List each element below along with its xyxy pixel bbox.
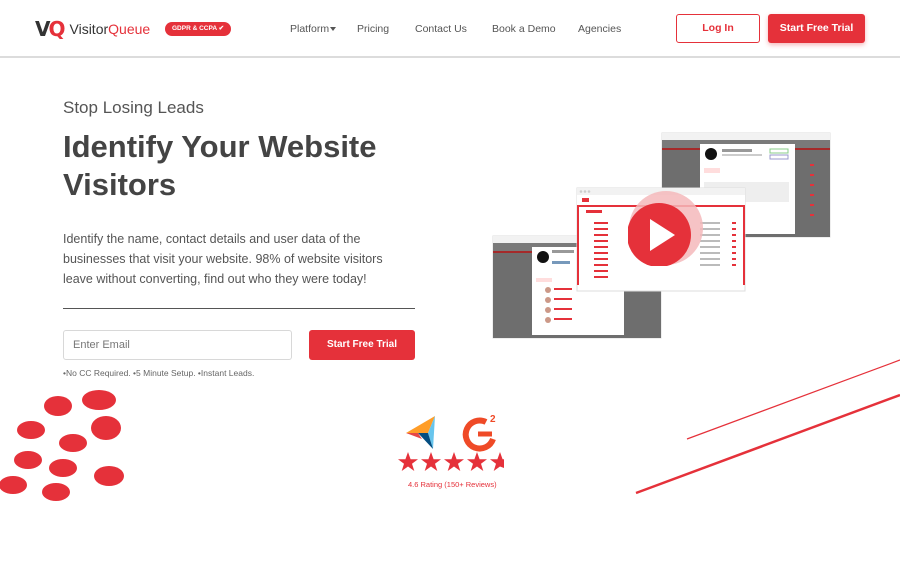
logo-wordmark: VisitorQueue <box>69 21 151 37</box>
nav-platform-label: Platform <box>290 23 330 35</box>
star-icon <box>467 452 487 471</box>
signup-note: •No CC Required. •5 Minute Setup. •Insta… <box>63 368 255 378</box>
thin-line <box>686 359 900 440</box>
vq-logo-icon: VQ <box>35 17 66 41</box>
dot <box>0 476 27 494</box>
thick-line <box>635 393 900 495</box>
nav-agencies[interactable]: Agencies <box>578 23 621 35</box>
hero-headline: Identify Your Website Visitors <box>63 129 377 202</box>
header-start-trial-button[interactable]: Start Free Trial <box>768 14 865 43</box>
hero-description: Identify the name, contact details and u… <box>63 232 383 286</box>
dot <box>14 451 42 469</box>
decorative-dots <box>0 390 124 501</box>
svg-text:2: 2 <box>490 414 496 425</box>
login-button[interactable]: Log In <box>676 14 760 43</box>
site-header: VQ VisitorQueue GDPR & CCPA ✔ Platform P… <box>0 0 900 58</box>
visitorqueue-logo[interactable]: VQ VisitorQueue <box>35 17 150 41</box>
hero-start-trial-button[interactable]: Start Free Trial <box>309 330 415 360</box>
gdpr-ccpa-badge: GDPR & CCPA ✔ <box>165 22 232 36</box>
dot <box>82 390 116 410</box>
play-video-button[interactable] <box>628 190 704 266</box>
capterra-logo-icon <box>406 416 435 449</box>
nav-contact-us[interactable]: Contact Us <box>415 23 467 35</box>
star-half-icon <box>490 452 504 471</box>
g2-logo-icon: 2 <box>462 414 496 452</box>
nav-platform[interactable]: Platform <box>290 23 337 35</box>
dot <box>91 416 121 440</box>
star-icon <box>398 452 418 471</box>
review-rating: 2 <box>398 414 504 471</box>
star-icon <box>421 452 441 471</box>
dot <box>59 434 87 452</box>
star-icon <box>444 452 464 471</box>
rating-text: 4.6 Rating (150+ Reviews) <box>408 480 497 489</box>
caret-down-icon <box>330 27 337 32</box>
dot <box>94 466 124 486</box>
dot <box>49 459 77 477</box>
email-input[interactable] <box>63 330 292 360</box>
decorative-lines <box>635 359 900 495</box>
dot <box>42 483 70 501</box>
dot <box>44 396 72 416</box>
dot <box>17 421 45 439</box>
nav-book-demo[interactable]: Book a Demo <box>492 23 556 35</box>
divider <box>63 308 415 309</box>
nav-pricing[interactable]: Pricing <box>357 23 389 35</box>
hero-eyebrow: Stop Losing Leads <box>63 98 204 117</box>
